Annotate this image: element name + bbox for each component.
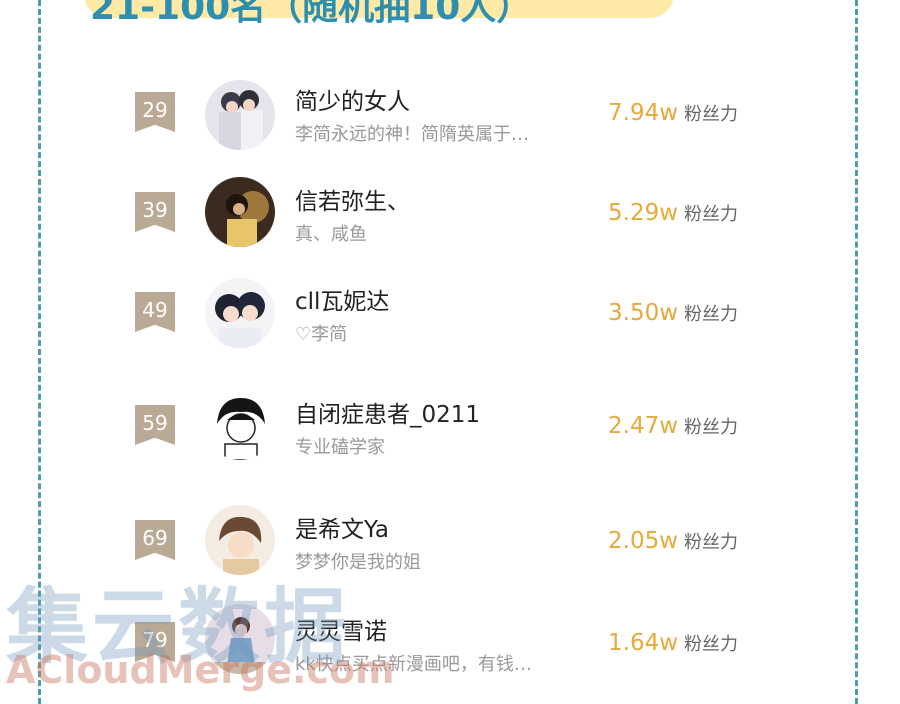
fans-count: 2.47w: [608, 413, 679, 439]
fans-label: 粉丝力: [684, 204, 739, 225]
fans-stat: 3.50w 粉丝力: [608, 300, 738, 326]
rank-badge: 69: [135, 520, 175, 560]
fans-label: 粉丝力: [684, 104, 739, 125]
user-bio: kk快点买点新漫画吧，有钱…: [295, 654, 532, 675]
user-name[interactable]: 是希文Ya: [295, 510, 389, 544]
sketch-avatar[interactable]: [205, 390, 275, 460]
page-title: 21-100名（随机抽10人）: [90, 0, 533, 28]
person-avatar[interactable]: [205, 505, 275, 575]
fans-stat: 5.29w 粉丝力: [608, 200, 738, 226]
fans-label: 粉丝力: [684, 417, 739, 438]
user-bio: 李简永远的神！简隋英属于…: [295, 124, 529, 145]
fans-count: 2.05w: [608, 528, 679, 554]
rank-badge: 79: [135, 622, 175, 662]
rank-badge: 39: [135, 192, 175, 232]
fans-stat: 2.05w 粉丝力: [608, 528, 738, 554]
fans-label: 粉丝力: [684, 634, 739, 655]
fans-label: 粉丝力: [684, 532, 739, 553]
user-bio: 梦梦你是我的姐: [295, 552, 421, 573]
list-item[interactable]: 59 自闭症患者_0211 专业磕学家 2.47w 粉丝力: [0, 375, 900, 475]
user-bio: 真、咸鱼: [295, 224, 367, 245]
fans-label: 粉丝力: [684, 304, 739, 325]
rank-badge: 29: [135, 92, 175, 132]
fans-stat: 7.94w 粉丝力: [608, 100, 738, 126]
person-avatar[interactable]: [205, 177, 275, 247]
couple-avatar[interactable]: [205, 80, 275, 150]
user-name[interactable]: 自闭症患者_0211: [295, 395, 480, 429]
user-name[interactable]: 简少的女人: [295, 82, 410, 116]
user-bio: ♡李简: [295, 324, 348, 345]
rank-badge: 49: [135, 292, 175, 332]
rank-badge: 59: [135, 405, 175, 445]
fans-count: 5.29w: [608, 200, 679, 226]
list-item[interactable]: 39 信若弥生、 真、咸鱼 5.29w 粉丝力: [0, 162, 900, 262]
list-item[interactable]: 79 灵灵雪诺 kk快点买点新漫画吧，有钱… 1.64w 粉丝力: [0, 592, 900, 692]
couple-avatar[interactable]: [205, 278, 275, 348]
fans-stat: 1.64w 粉丝力: [608, 630, 738, 656]
fans-count: 1.64w: [608, 630, 679, 656]
list-item[interactable]: 29 简少的女人 李简永远的神！简隋英属于… 7.94w 粉丝力: [0, 62, 900, 162]
fans-stat: 2.47w 粉丝力: [608, 413, 738, 439]
list-item[interactable]: 69 是希文Ya 梦梦你是我的姐 2.05w 粉丝力: [0, 490, 900, 590]
user-name[interactable]: 信若弥生、: [295, 182, 410, 216]
user-name[interactable]: cll瓦妮达: [295, 282, 389, 316]
list-item[interactable]: 49 cll瓦妮达 ♡李简 3.50w 粉丝力: [0, 262, 900, 362]
user-bio: 专业磕学家: [295, 437, 385, 458]
girl-avatar[interactable]: [205, 604, 275, 674]
fans-count: 3.50w: [608, 300, 679, 326]
user-name[interactable]: 灵灵雪诺: [295, 612, 387, 646]
fans-count: 7.94w: [608, 100, 679, 126]
